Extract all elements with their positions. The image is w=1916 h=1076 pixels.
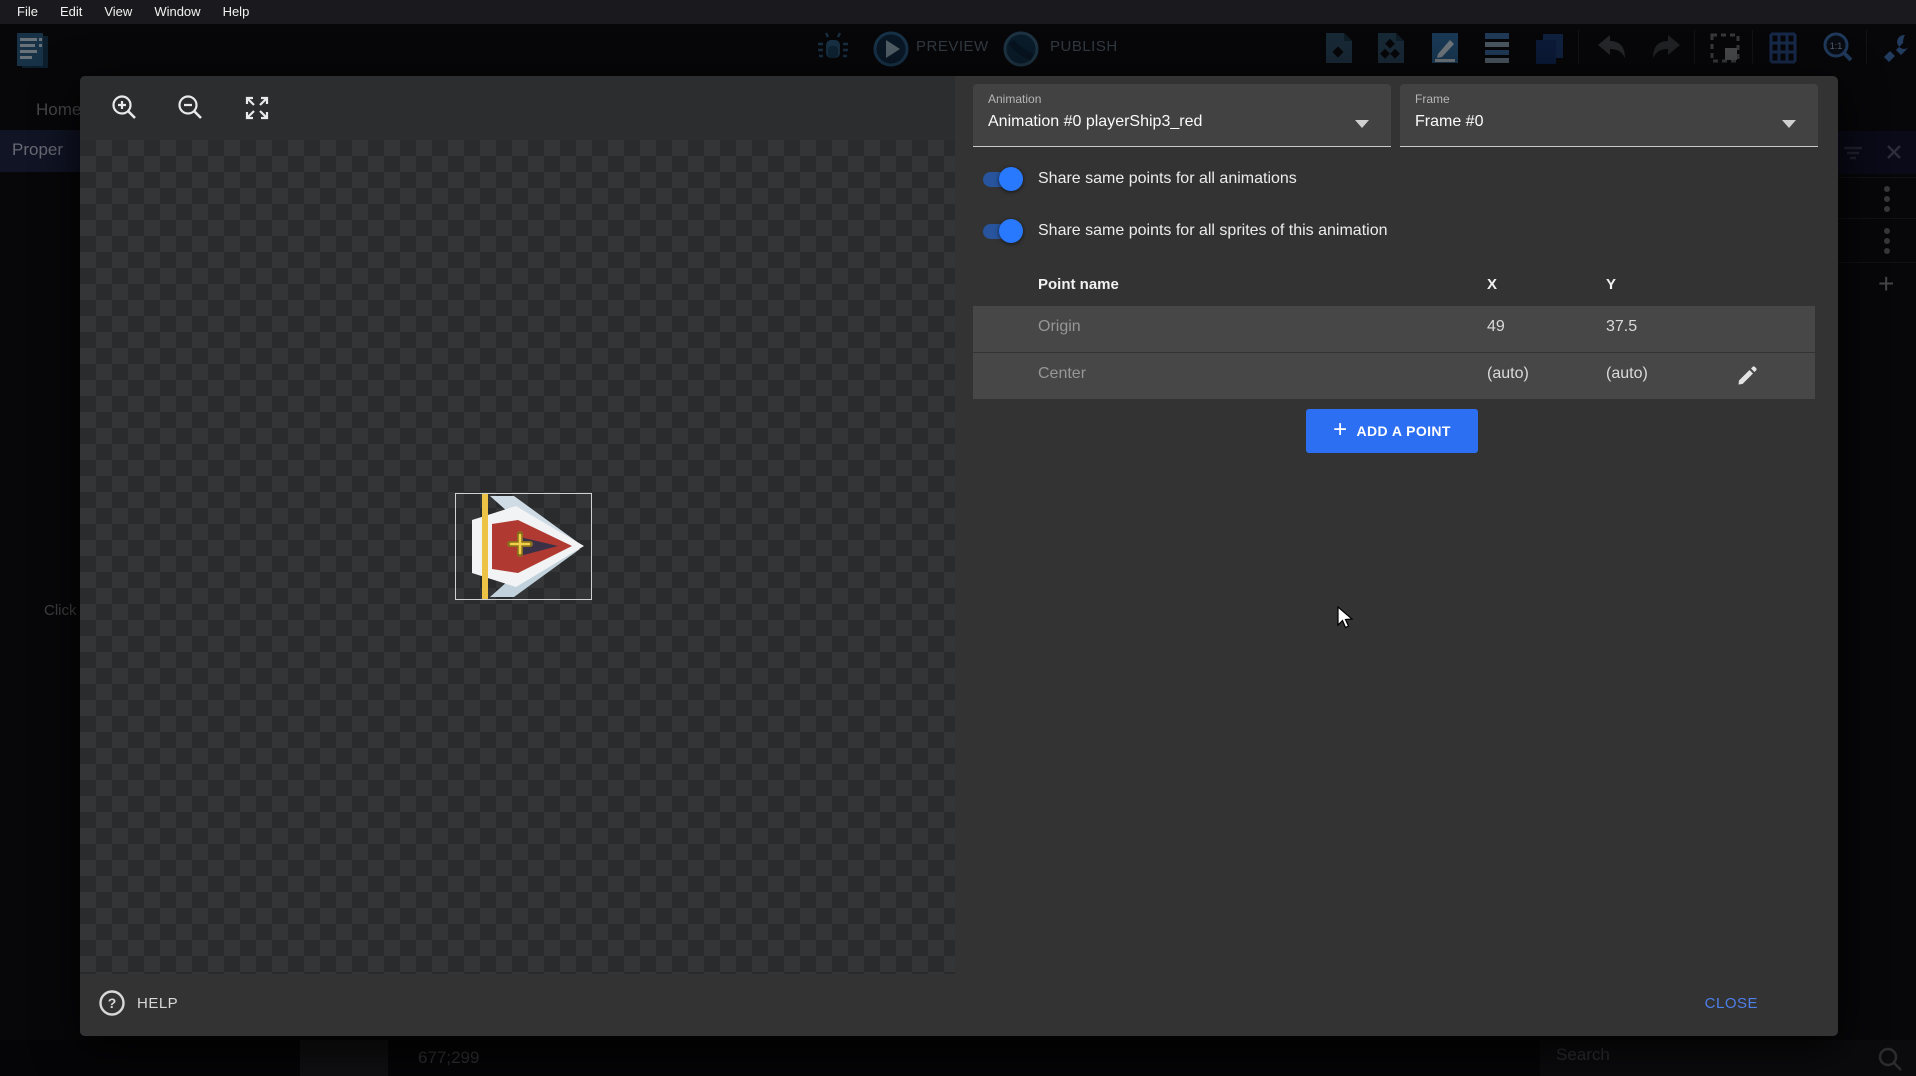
mouse-cursor [1336,606,1356,630]
column-header-x: X [1487,276,1497,293]
close-button[interactable]: CLOSE [1705,995,1758,1012]
preview-toolbar [80,76,955,140]
toggle-label: Share same points for all animations [1038,167,1297,191]
frame-select-label: Frame [1415,92,1450,106]
help-label: HELP [137,995,178,1012]
column-header-y: Y [1606,276,1616,293]
help-button[interactable]: ? HELP [98,989,178,1017]
plus-icon: + [1333,420,1347,440]
dialog-footer: ? HELP CLOSE [80,974,1838,1036]
sprite-frame-box [455,493,592,600]
menu-edit[interactable]: Edit [49,0,93,24]
point-y-value: (auto) [1606,365,1648,383]
toggle-label: Share same points for all sprites of thi… [1038,219,1388,243]
point-name: Center [1038,365,1086,383]
menu-file[interactable]: File [6,0,49,24]
point-y-value[interactable]: 37.5 [1606,318,1637,336]
chevron-down-icon [1782,120,1796,128]
app-window: File Edit View Window Help [0,0,1916,1076]
point-x-value[interactable]: 49 [1487,318,1505,336]
menu-bar: File Edit View Window Help [0,0,1916,24]
add-a-point-button[interactable]: + ADD A POINT [1306,409,1478,453]
animation-select-value: Animation #0 playerShip3_red [988,113,1202,131]
menu-window[interactable]: Window [143,0,211,24]
animation-select[interactable]: Animation Animation #0 playerShip3_red [973,84,1391,147]
toggle-share-points-all-animations[interactable] [983,162,1039,196]
menu-help[interactable]: Help [212,0,261,24]
zoom-in-icon[interactable] [110,93,140,123]
toggle-share-points-all-sprites[interactable] [983,214,1039,248]
frame-select[interactable]: Frame Frame #0 [1400,84,1818,147]
column-header-point-name: Point name [1038,276,1119,293]
add-a-point-label: ADD A POINT [1357,423,1451,439]
origin-point-marker[interactable] [507,531,533,557]
help-icon: ? [98,989,126,1017]
point-name: Origin [1038,318,1081,336]
svg-text:?: ? [108,995,117,1011]
point-x-value: (auto) [1487,365,1529,383]
edit-points-dialog: Animation Animation #0 playerShip3_red F… [80,76,1838,1036]
menu-view[interactable]: View [93,0,143,24]
frame-select-value: Frame #0 [1415,113,1483,131]
point-row-origin[interactable]: Origin 49 37.5 [973,306,1815,352]
animation-select-label: Animation [988,92,1041,106]
edit-point-pencil-icon[interactable] [1736,365,1758,387]
chevron-down-icon [1355,120,1369,128]
zoom-out-icon[interactable] [176,93,206,123]
sprite-preview-pane [80,76,955,974]
fit-to-view-icon[interactable] [242,93,272,123]
point-row-center[interactable]: Center (auto) (auto) [973,353,1815,399]
